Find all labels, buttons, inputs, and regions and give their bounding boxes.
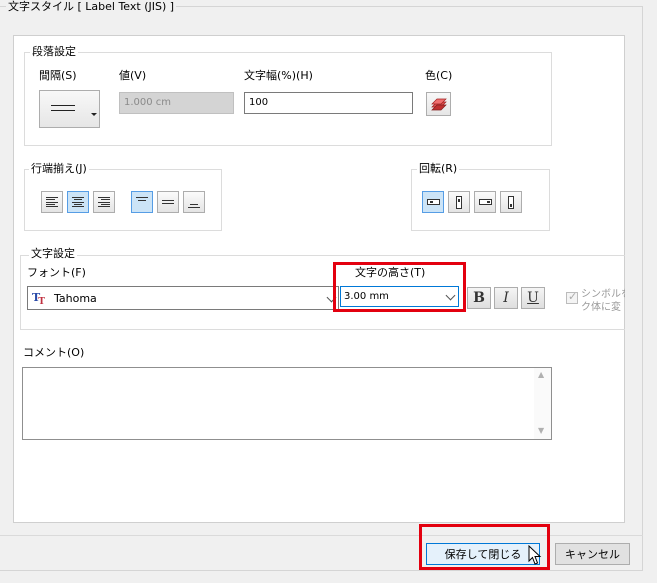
italic-icon: I: [503, 290, 509, 306]
color-layers-icon: [431, 98, 447, 111]
symbol-label: シンボルを: [581, 289, 625, 300]
height-label: 文字の高さ(T): [355, 266, 426, 279]
valign-middle-icon: [162, 200, 174, 201]
spacing-dropdown-button[interactable]: [39, 90, 100, 128]
rotation-90-icon: [456, 195, 462, 209]
font-value: Tahoma: [54, 292, 97, 305]
justify-right-button[interactable]: [93, 191, 115, 213]
rotation-180-icon: [478, 199, 492, 205]
chevron-down-icon[interactable]: [445, 290, 456, 301]
underline-button[interactable]: U: [521, 287, 545, 309]
value-field: 1.000 cm: [119, 92, 234, 114]
comment-scrollbar[interactable]: ▲ ▼: [534, 368, 551, 439]
rotation-270-button[interactable]: [500, 191, 522, 213]
width-field[interactable]: 100: [244, 92, 413, 114]
dropdown-arrow-icon: [91, 113, 97, 116]
rotation-270-icon: [508, 195, 514, 209]
rotation-0-button[interactable]: [422, 191, 444, 213]
symbol-label-line2: ク体に変: [581, 302, 621, 313]
comment-textarea[interactable]: ▲ ▼: [22, 367, 552, 440]
color-label: 色(C): [425, 69, 453, 82]
value-label: 値(V): [119, 69, 147, 82]
height-value[interactable]: 3.00 mm: [344, 290, 389, 303]
color-button[interactable]: [426, 92, 451, 116]
paragraph-group-title: 段落設定: [30, 45, 78, 58]
valign-bottom-button[interactable]: [183, 191, 205, 213]
dialog-group-title: 文字スタイル [ Label Text (JIS) ]: [6, 0, 177, 13]
valign-middle-button[interactable]: [157, 191, 179, 213]
align-center-icon: [72, 197, 84, 207]
justify-group-title: 行端揃え(J): [29, 162, 89, 175]
rotation-0-icon: [426, 199, 440, 205]
align-left-icon: [46, 197, 58, 207]
justify-left-button[interactable]: [41, 191, 63, 213]
underline-icon: U: [527, 290, 539, 306]
valign-top-icon: [136, 197, 148, 198]
font-select[interactable]: TT Tahoma: [27, 286, 339, 310]
bold-icon: B: [473, 290, 485, 306]
italic-button[interactable]: I: [494, 287, 518, 309]
truetype-font-icon: TT: [32, 291, 45, 307]
font-label: フォント(F): [27, 266, 86, 279]
valign-bottom-icon: [190, 204, 198, 205]
double-line-icon: [51, 105, 75, 106]
spacing-label: 間隔(S): [39, 69, 77, 82]
text-group-title: 文字設定: [29, 247, 77, 260]
rotation-group-title: 回転(R): [417, 162, 460, 175]
scroll-down-icon[interactable]: ▼: [538, 426, 544, 435]
rotation-180-button[interactable]: [474, 191, 496, 213]
bold-button[interactable]: B: [467, 287, 491, 309]
comment-label: コメント(O): [23, 346, 85, 359]
mouse-cursor-icon: [528, 545, 542, 565]
justify-center-button[interactable]: [67, 191, 89, 213]
valign-top-button[interactable]: [131, 191, 153, 213]
check-icon: ✓: [568, 290, 578, 303]
rotation-90-button[interactable]: [448, 191, 470, 213]
height-select[interactable]: 3.00 mm: [340, 286, 459, 307]
scroll-up-icon[interactable]: ▲: [538, 370, 544, 379]
symbol-checkbox[interactable]: ✓: [566, 290, 578, 304]
width-label: 文字幅(%)(H): [244, 69, 313, 82]
cancel-button[interactable]: キャンセル: [555, 543, 630, 565]
save-close-button[interactable]: 保存して閉じる: [426, 543, 540, 565]
align-right-icon: [98, 197, 110, 207]
